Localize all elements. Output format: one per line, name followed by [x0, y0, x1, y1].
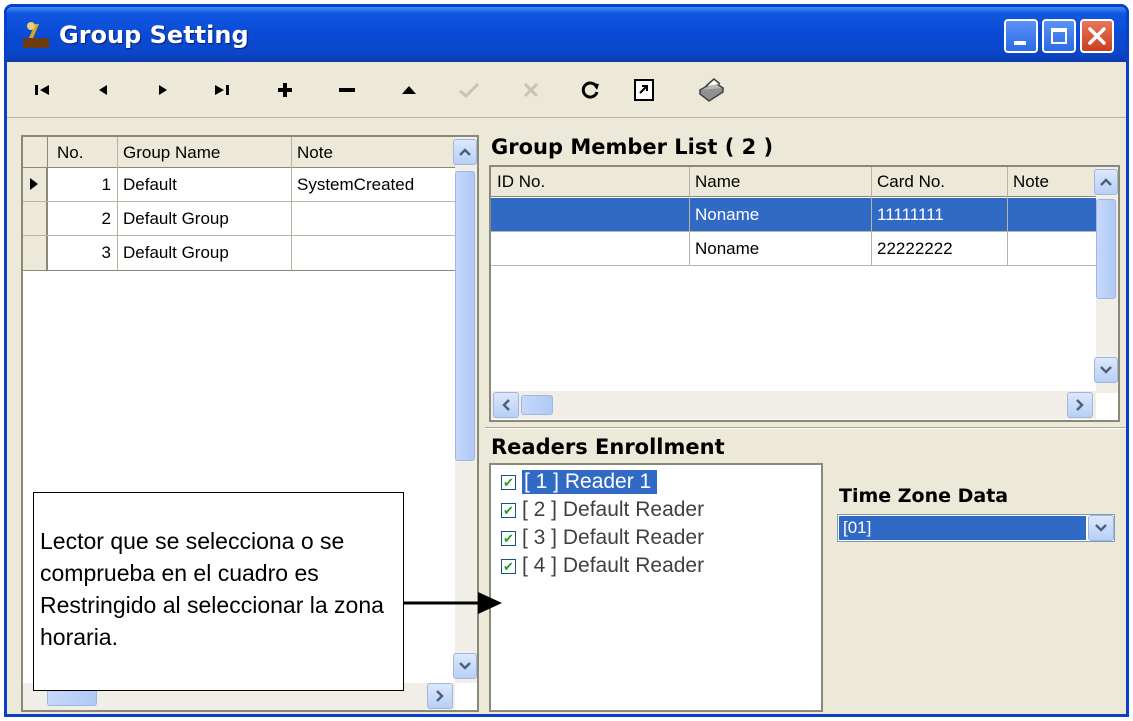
reader-item-1[interactable]: ✔ [ 1 ] Reader 1 — [501, 469, 658, 495]
member-card-no: 11111111 — [877, 205, 944, 224]
scroll-left-button[interactable] — [493, 392, 519, 418]
chevron-down-icon — [459, 662, 471, 670]
chevron-up-icon — [1100, 178, 1112, 186]
column-header-no[interactable]: No. — [57, 143, 83, 163]
time-zone-label: Time Zone Data — [839, 485, 1009, 507]
insert-record-icon[interactable] — [269, 74, 301, 106]
chevron-up-icon — [459, 148, 471, 156]
print-icon[interactable] — [695, 74, 727, 106]
reader-item-4[interactable]: ✔ [ 4 ] Default Reader — [501, 553, 704, 579]
readers-enrollment-title: Readers Enrollment — [491, 435, 725, 459]
toolbar — [7, 62, 1126, 118]
member-name: Noname — [695, 239, 760, 258]
refresh-icon[interactable] — [575, 74, 607, 106]
column-header-note[interactable]: Note — [1013, 172, 1049, 192]
last-record-icon[interactable] — [205, 74, 237, 106]
row-note: SystemCreated — [297, 175, 415, 194]
scroll-down-button[interactable] — [1094, 357, 1118, 383]
scroll-down-button[interactable] — [453, 653, 477, 679]
minimize-button[interactable] — [1004, 19, 1038, 53]
app-icon — [23, 22, 49, 48]
checkbox-checked-icon[interactable]: ✔ — [501, 558, 516, 574]
row-no: 3 — [101, 243, 111, 262]
grid-indicator-header — [29, 143, 49, 165]
column-header-group-name[interactable]: Group Name — [123, 143, 220, 163]
delete-record-icon[interactable] — [331, 74, 363, 106]
annotation-arrow-icon — [404, 592, 502, 614]
annotation-text: Lector que se selecciona o se comprueba … — [40, 528, 384, 650]
row-group-name: Default Group — [123, 243, 229, 262]
scroll-up-button[interactable] — [1094, 169, 1118, 195]
chevron-right-icon — [436, 690, 444, 702]
post-edit-icon — [453, 74, 485, 106]
row-no: 2 — [101, 209, 111, 228]
time-zone-selected-value: [01] — [839, 516, 1086, 540]
scroll-thumb[interactable] — [455, 171, 475, 461]
prior-record-icon[interactable] — [87, 74, 119, 106]
checkbox-checked-icon[interactable]: ✔ — [501, 530, 516, 546]
chevron-down-icon — [1095, 524, 1107, 532]
member-grid-hscrollbar[interactable] — [491, 391, 1096, 419]
scroll-right-button[interactable] — [1067, 392, 1093, 418]
cancel-edit-icon — [515, 74, 547, 106]
first-record-icon[interactable] — [27, 74, 59, 106]
maximize-button[interactable] — [1042, 19, 1076, 53]
close-button[interactable] — [1080, 19, 1114, 53]
row-group-name: Default Group — [123, 209, 229, 228]
checkbox-checked-icon[interactable]: ✔ — [501, 474, 516, 490]
chevron-down-icon — [1100, 366, 1112, 374]
row-group-name: Default — [123, 175, 177, 194]
group-grid-header — [23, 137, 455, 168]
window-title: Group Setting — [59, 21, 249, 49]
member-grid[interactable]: ID No. Name Card No. Note Noname 1111111… — [489, 165, 1120, 422]
chevron-left-icon — [502, 399, 510, 411]
section-divider — [485, 427, 1126, 429]
member-list-title: Group Member List ( 2 ) — [491, 135, 774, 159]
column-header-note[interactable]: Note — [297, 143, 333, 163]
selected-row-highlight — [491, 198, 1096, 231]
member-name: Noname — [695, 205, 760, 224]
chevron-right-icon — [1076, 399, 1084, 411]
reader-item-2[interactable]: ✔ [ 2 ] Default Reader — [501, 497, 704, 523]
column-header-name[interactable]: Name — [695, 172, 740, 192]
edit-record-icon[interactable] — [393, 74, 425, 106]
time-zone-select[interactable]: [01] — [837, 514, 1115, 542]
member-grid-header — [491, 167, 1096, 197]
checkbox-checked-icon[interactable]: ✔ — [501, 502, 516, 518]
scroll-thumb[interactable] — [1096, 199, 1116, 299]
next-record-icon[interactable] — [147, 74, 179, 106]
export-icon[interactable] — [629, 74, 661, 106]
column-header-card-no[interactable]: Card No. — [877, 172, 945, 192]
title-bar[interactable]: Group Setting — [7, 7, 1126, 62]
row-no: 1 — [101, 175, 111, 194]
column-header-id-no[interactable]: ID No. — [497, 172, 545, 192]
member-card-no: 22222222 — [877, 239, 953, 258]
member-grid-vscrollbar[interactable] — [1094, 167, 1118, 393]
dropdown-button[interactable] — [1088, 515, 1114, 541]
readers-checklist[interactable]: ✔ [ 1 ] Reader 1 ✔ [ 2 ] Default Reader … — [489, 463, 823, 712]
annotation-callout: Lector que se selecciona o se comprueba … — [33, 492, 404, 691]
reader-item-3[interactable]: ✔ [ 3 ] Default Reader — [501, 525, 704, 551]
scroll-right-button[interactable] — [427, 683, 453, 709]
current-row-icon — [30, 178, 38, 190]
scroll-thumb[interactable] — [521, 395, 553, 415]
scroll-up-button[interactable] — [453, 139, 477, 165]
